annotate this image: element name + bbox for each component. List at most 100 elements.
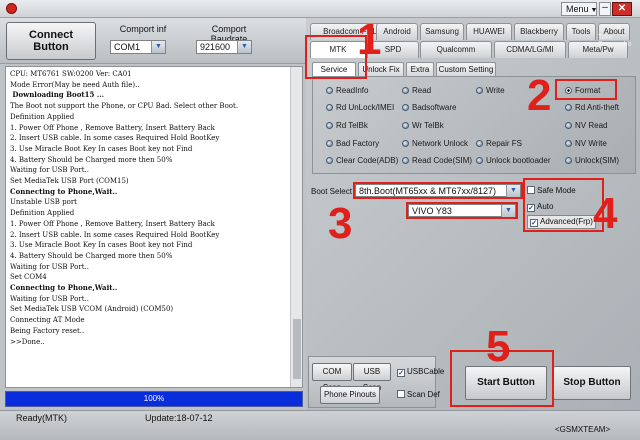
log-line: Downloading Boot15 ... — [10, 90, 105, 100]
scrollbar-thumb[interactable] — [293, 319, 301, 379]
log-output[interactable]: CPU: MT6761 SW:0200 Ver: CA01 Mode Error(… — [5, 66, 303, 388]
comport-value: COM1 — [114, 42, 141, 52]
annotation-number-1: 1 — [357, 15, 382, 64]
status-update-text: Update:18-07-12 — [145, 413, 213, 423]
menu-button[interactable]: Menu ▼ — [561, 2, 597, 16]
log-line: 1. Power Off Phone , Remove Battery, Ins… — [10, 219, 215, 228]
radio-label: Read — [412, 86, 432, 95]
connect-button[interactable]: Connect Button — [6, 22, 96, 60]
usb-cable-checkbox[interactable]: ✓ USBCable — [397, 367, 444, 377]
comport-label: Comport inf — [119, 24, 167, 34]
log-line: 4. Battery Should be Charged more then 5… — [10, 155, 173, 164]
radio-repair-fs[interactable]: Repair FS — [476, 139, 522, 148]
tab-qualcomm[interactable]: Qualcomm — [420, 41, 492, 58]
scan-def-checkbox[interactable]: Scan Def — [397, 390, 440, 399]
subtab-custom-setting[interactable]: Custom Setting — [436, 62, 496, 76]
radio-label: Write — [486, 86, 505, 95]
log-line: Connecting to Phone,Wait.. — [10, 283, 118, 293]
annotation-number-5: 5 — [486, 322, 511, 371]
tab-cdma-lg-mi[interactable]: CDMA/LG/MI — [494, 41, 566, 58]
radio-icon — [565, 104, 572, 111]
radio-label: Rd Anti-theft — [575, 103, 620, 112]
annotation-box-3a — [353, 182, 523, 199]
radio-bad-factory[interactable]: Bad Factory — [326, 139, 379, 148]
baudrate-value: 921600 — [200, 42, 231, 52]
log-line: Waiting for USB Port.. — [10, 166, 89, 175]
radio-clear-code-adb[interactable]: Clear Code(ADB) — [326, 156, 398, 165]
tab-android[interactable]: Android — [376, 23, 418, 40]
radio-badsoftware[interactable]: Badsoftware — [402, 103, 456, 112]
radio-rd-unlock-imei[interactable]: Rd UnLock/IMEI — [326, 103, 394, 112]
close-button[interactable]: ✕ — [612, 2, 632, 16]
radio-rd-anti-theft[interactable]: Rd Anti-theft — [565, 103, 619, 112]
com-scan-button[interactable]: COM Scan — [312, 363, 352, 392]
annotation-box-3b — [406, 202, 518, 219]
usb-scan-button[interactable]: USB Scan — [353, 363, 391, 392]
radio-label: Unlock(SIM) — [575, 156, 620, 165]
annotation-number-2: 2 — [527, 71, 552, 120]
log-line: Definition Applied — [10, 112, 75, 121]
subtab-extra[interactable]: Extra — [406, 62, 434, 76]
radio-label: Read Code(SIM) — [412, 156, 473, 165]
radio-label: Clear Code(ADB) — [336, 156, 399, 165]
radio-icon — [326, 87, 333, 94]
tab-samsung[interactable]: Samsung — [420, 23, 464, 40]
baudrate-select[interactable]: 921600 ▼ — [196, 40, 252, 54]
tab-tools[interactable]: Tools — [566, 23, 596, 40]
radio-wr-telbk[interactable]: Wr TelBk — [402, 121, 444, 130]
radio-unlock-sim[interactable]: Unlock(SIM) — [565, 156, 619, 165]
radio-rd-telbk[interactable]: Rd TelBk — [326, 121, 368, 130]
annotation-box-2 — [555, 79, 617, 100]
status-team-text: <GSMXTEAM> — [555, 425, 611, 434]
radio-icon — [402, 87, 409, 94]
radio-label: Network Unlock — [412, 139, 469, 148]
radio-icon — [402, 104, 409, 111]
checkbox-label: Scan Def — [407, 390, 440, 399]
annotation-box-4 — [523, 178, 604, 232]
comport-select[interactable]: COM1 ▼ — [110, 40, 166, 54]
phone-pinouts-button[interactable]: Phone Pinouts — [320, 386, 380, 404]
log-line: 4. Battery Should be Charged more then 5… — [10, 251, 173, 260]
chevron-down-icon: ▼ — [237, 41, 251, 53]
log-line: 3. Use Miracle Boot Key In cases Boot ke… — [10, 241, 193, 250]
radio-network-unlock[interactable]: Network Unlock — [402, 139, 468, 148]
radio-icon — [402, 157, 409, 164]
radio-read-code-sim[interactable]: Read Code(SIM) — [402, 156, 472, 165]
radio-icon — [476, 157, 483, 164]
checkbox-checked-icon: ✓ — [397, 369, 405, 377]
log-line: Set MediaTek USB VCOM (Android) (COM50) — [10, 305, 174, 314]
chevron-down-icon: ▼ — [151, 41, 165, 53]
log-line: 2. Insert USB cable. In some cases Requi… — [10, 134, 220, 143]
radio-read[interactable]: Read — [402, 86, 431, 95]
log-line: 3. Use Miracle Boot Key In cases Boot ke… — [10, 144, 193, 153]
tab-blackberry[interactable]: Blackberry — [514, 23, 564, 40]
boot-select-label: Boot Select — [311, 187, 352, 196]
status-bar — [0, 410, 640, 440]
minimize-button[interactable]: – — [599, 2, 611, 16]
radio-nv-write[interactable]: NV Write — [565, 139, 607, 148]
log-line: The Boot not support the Phone, or CPU B… — [10, 102, 239, 111]
log-lines: CPU: MT6761 SW:0200 Ver: CA01 Mode Error(… — [10, 69, 290, 347]
log-line: Connecting AT Mode — [10, 316, 85, 325]
radio-icon — [565, 140, 572, 147]
stop-button[interactable]: Stop Button — [553, 366, 631, 400]
menu-arrow-icon: ▼ — [590, 7, 598, 14]
radio-icon — [326, 140, 333, 147]
log-line: Waiting for USB Port.. — [10, 294, 89, 303]
radio-label: Wr TelBk — [412, 121, 444, 130]
radio-nv-read[interactable]: NV Read — [565, 121, 607, 130]
log-scrollbar[interactable] — [290, 67, 302, 387]
log-line: Set COM4 — [10, 273, 47, 282]
progress-label: 100% — [143, 394, 165, 403]
radio-write[interactable]: Write — [476, 86, 505, 95]
checkbox-label: USBCable — [407, 367, 445, 376]
radio-icon — [565, 157, 572, 164]
log-line: Waiting for USB Port.. — [10, 262, 89, 271]
progress-bar: 100% — [5, 391, 303, 407]
radio-unlock-bootloader[interactable]: Unlock bootloader — [476, 156, 550, 165]
radio-label: Bad Factory — [336, 139, 380, 148]
radio-readinfo[interactable]: ReadInfo — [326, 86, 368, 95]
tab-huawei[interactable]: HUAWEI — [466, 23, 512, 40]
log-line: Connecting to Phone,Wait.. — [10, 186, 118, 196]
radio-label: Unlock bootloader — [486, 156, 551, 165]
